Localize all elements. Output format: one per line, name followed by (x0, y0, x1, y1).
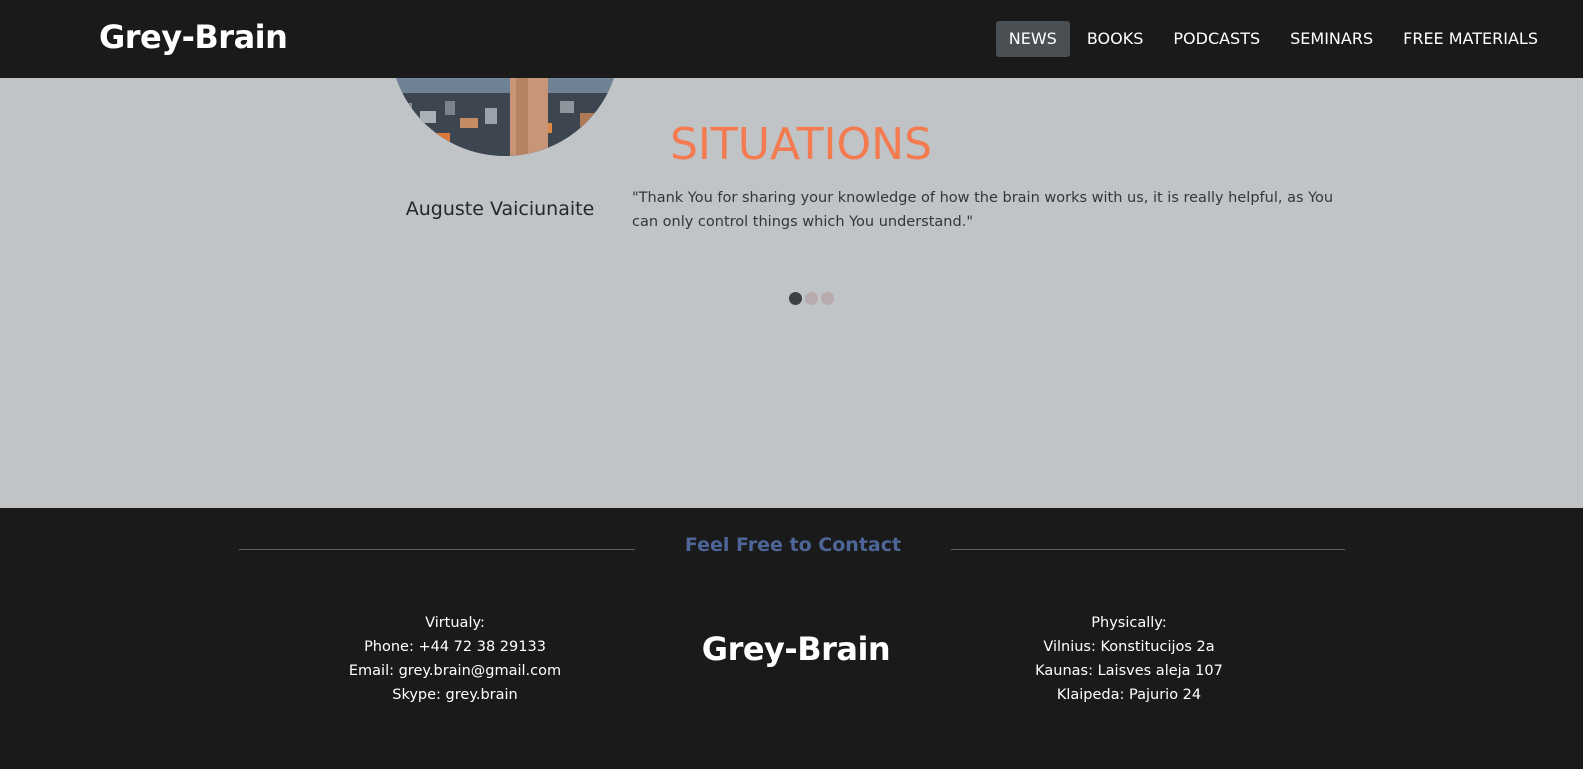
address-kaunas: Kaunas: Laisves aleja 107 (1035, 663, 1223, 679)
carousel-dot-1[interactable] (789, 292, 802, 305)
virtual-contact-column: Virtualy: Phone: +44 72 38 29133 Email: … (295, 611, 615, 707)
address-vilnius: Vilnius: Konstitucijos 2a (1043, 639, 1215, 655)
address-klaipeda: Klaipeda: Pajurio 24 (1056, 687, 1202, 703)
virtual-title: Virtualy: (425, 615, 485, 631)
brand-logo[interactable]: Grey-Brain (99, 18, 288, 56)
contact-heading: Feel Free to Contact (684, 534, 902, 556)
nav-podcasts[interactable]: PODCASTS (1160, 21, 1273, 57)
physical-contact-column: Physically: Vilnius: Konstitucijos 2a Ka… (969, 611, 1289, 707)
contact-heading-row: Feel Free to Contact (239, 534, 1345, 564)
footer: Feel Free to Contact Virtualy: Phone: +4… (0, 508, 1583, 769)
nav-menu: NEWS BOOKS PODCASTS SEMINARS FREE MATERI… (992, 21, 1551, 57)
testimonial-author: Auguste Vaiciunaite (405, 198, 595, 220)
testimonial-section: SITUATIONS Auguste Vaiciunaite "Thank Yo… (0, 0, 1583, 508)
divider-left (239, 549, 635, 550)
skype-text: Skype: grey.brain (392, 687, 518, 703)
nav-news[interactable]: NEWS (995, 21, 1070, 57)
physical-title: Physically: (1091, 615, 1167, 631)
top-navbar: Grey-Brain NEWS BOOKS PODCASTS SEMINARS … (0, 0, 1583, 78)
phone-text: Phone: +44 72 38 29133 (364, 639, 546, 655)
carousel-indicators (789, 292, 834, 305)
nav-seminars[interactable]: SEMINARS (1277, 21, 1386, 57)
nav-free-materials[interactable]: FREE MATERIALS (1390, 21, 1551, 57)
nav-books[interactable]: BOOKS (1074, 21, 1157, 57)
carousel-dot-3[interactable] (821, 292, 834, 305)
testimonial-headline: SITUATIONS (670, 119, 933, 171)
footer-brand-logo: Grey-Brain (701, 630, 891, 668)
testimonial-quote: "Thank You for sharing your knowledge of… (632, 190, 1334, 230)
carousel-dot-2[interactable] (805, 292, 818, 305)
email-text: Email: grey.brain@gmail.com (348, 663, 562, 679)
divider-right (951, 549, 1345, 550)
